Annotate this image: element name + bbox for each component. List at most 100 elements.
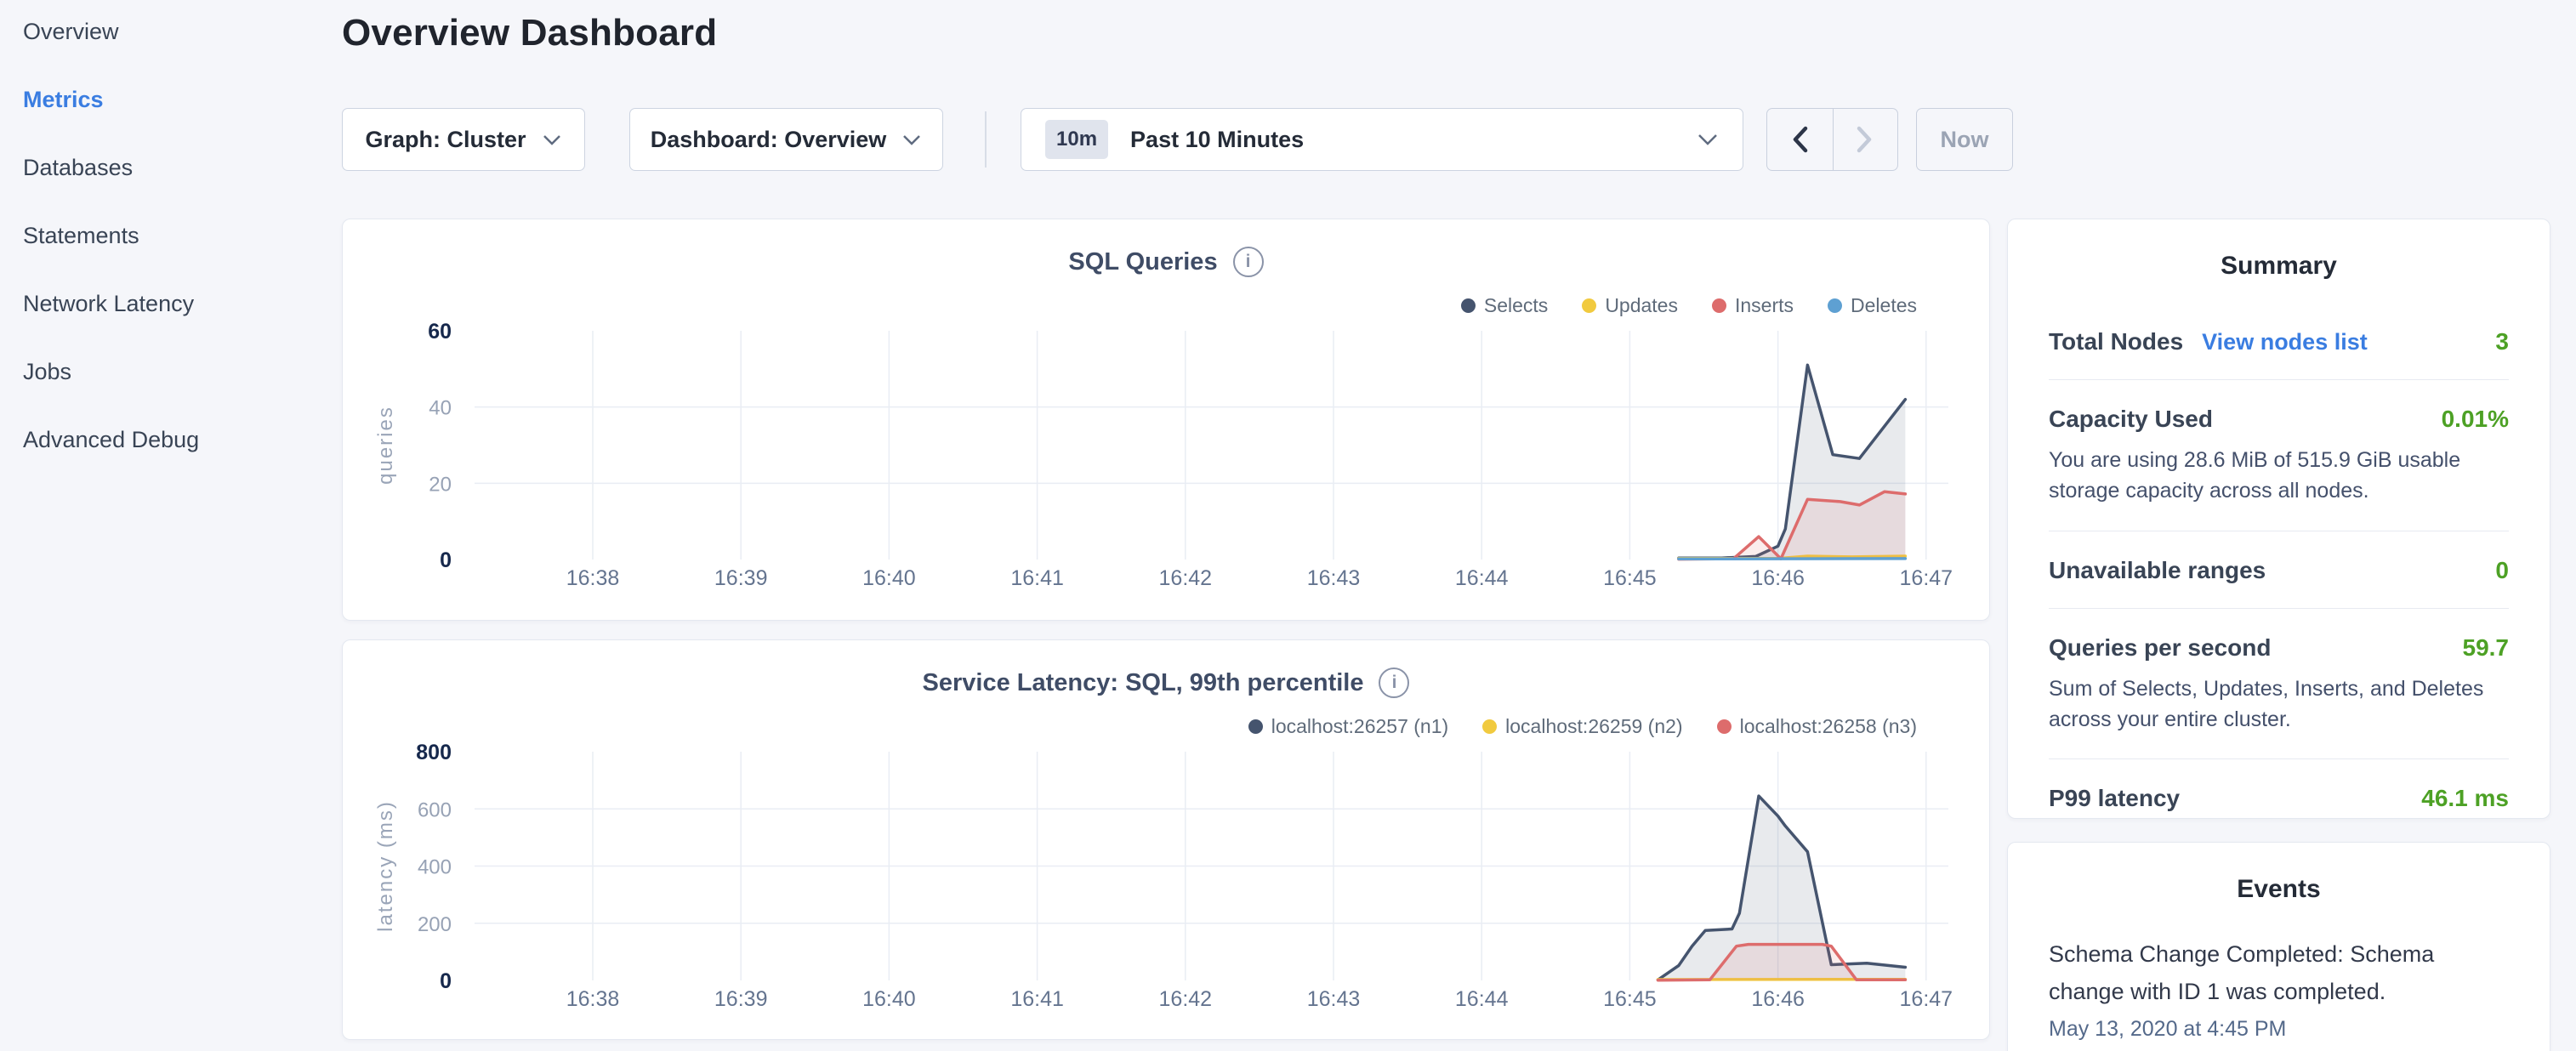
svg-text:16:40: 16:40 (862, 566, 916, 590)
metrics-page: { "sidebar": { "items": [ { "label": "Ov… (0, 0, 2576, 1051)
summary-row-queries-per-second: Queries per second 59.7 Sum of Selects, … (2049, 609, 2509, 760)
summary-row-value: 59.7 (2463, 634, 2510, 662)
chevron-left-icon (1790, 125, 1809, 154)
sidebar: Overview Metrics Databases Statements Ne… (23, 20, 329, 497)
svg-text:0: 0 (440, 548, 452, 572)
series-color-dot (1482, 719, 1497, 734)
time-window-badge: 10m (1045, 120, 1108, 159)
time-window-label: Past 10 Minutes (1130, 127, 1697, 153)
summary-row-label: Total Nodes (2049, 328, 2183, 355)
svg-text:16:43: 16:43 (1307, 566, 1361, 590)
now-button[interactable]: Now (1916, 108, 2013, 171)
series-color-dot (1828, 298, 1842, 313)
summary-row-description: Sum of Selects, Updates, Inserts, and De… (2049, 673, 2509, 736)
info-icon[interactable]: i (1233, 247, 1264, 277)
summary-row-label: Unavailable ranges (2049, 557, 2266, 584)
svg-text:400: 400 (418, 856, 452, 879)
controls-divider (985, 111, 987, 168)
sidebar-item-databases[interactable]: Databases (23, 156, 329, 179)
sidebar-item-network-latency[interactable]: Network Latency (23, 293, 329, 315)
time-step-buttons (1766, 108, 1898, 171)
dashboard-select-dropdown[interactable]: Dashboard: Overview (629, 108, 943, 171)
summary-panel: Summary Total Nodes View nodes list 3 Ca… (2007, 219, 2550, 819)
view-nodes-list-link[interactable]: View nodes list (2202, 329, 2368, 355)
chart-title: Service Latency: SQL, 99th percentile (923, 669, 1364, 697)
svg-text:16:41: 16:41 (1010, 566, 1064, 590)
svg-text:16:47: 16:47 (1900, 987, 1953, 1011)
chevron-down-icon (1697, 133, 1719, 146)
svg-text:16:39: 16:39 (714, 987, 768, 1011)
summary-row-capacity-used: Capacity Used 0.01% You are using 28.6 M… (2049, 380, 2509, 531)
svg-text:16:45: 16:45 (1603, 566, 1657, 590)
series-color-dot (1248, 719, 1263, 734)
legend-item: Deletes (1828, 294, 1917, 317)
chevron-right-icon (1856, 125, 1874, 154)
legend-item: Updates (1582, 294, 1678, 317)
sql-queries-chart-card: SQL Queries i Selects Updates Inserts De… (342, 219, 1990, 621)
svg-text:16:42: 16:42 (1159, 987, 1213, 1011)
chart-title: SQL Queries (1068, 248, 1217, 276)
series-color-dot (1712, 298, 1726, 313)
svg-text:40: 40 (429, 397, 452, 420)
service-latency-plot[interactable]: 16:38 16:39 16:40 16:41 16:42 16:43 16:44 16:45… (343, 742, 1991, 1042)
page-title: Overview Dashboard (342, 12, 1990, 54)
svg-text:16:46: 16:46 (1751, 566, 1805, 590)
legend-item: localhost:26257 (n1) (1248, 715, 1448, 738)
svg-text:queries: queries (374, 406, 397, 485)
dashboard-select-label: Dashboard: Overview (651, 127, 887, 153)
svg-text:16:44: 16:44 (1455, 566, 1509, 590)
summary-row-value: 3 (2495, 328, 2509, 355)
svg-text:20: 20 (429, 473, 452, 496)
chevron-down-icon (901, 134, 922, 146)
sql-queries-plot[interactable]: 16:3816:3916:4016:4116:4216:4316:4416:45… (343, 321, 1991, 622)
events-title: Events (2049, 843, 2509, 904)
sidebar-item-overview[interactable]: Overview (23, 20, 329, 43)
svg-text:16:38: 16:38 (566, 987, 620, 1011)
events-panel: Events Schema Change Completed: Schema c… (2007, 842, 2550, 1051)
summary-row-value: 0 (2495, 557, 2509, 584)
svg-text:600: 600 (418, 798, 452, 821)
legend-item: localhost:26259 (n2) (1482, 715, 1682, 738)
svg-text:200: 200 (418, 913, 452, 936)
summary-row-description: You are using 28.6 MiB of 515.9 GiB usab… (2049, 445, 2509, 507)
svg-text:16:47: 16:47 (1900, 566, 1953, 590)
svg-text:16:38: 16:38 (566, 566, 620, 590)
series-color-dot (1582, 298, 1596, 313)
svg-text:latency (ms): latency (ms) (374, 800, 397, 932)
event-item-text[interactable]: Schema Change Completed: Schema change w… (2049, 936, 2509, 1010)
summary-row-unavailable-ranges: Unavailable ranges 0 (2049, 531, 2509, 609)
graph-select-dropdown[interactable]: Graph: Cluster (342, 108, 585, 171)
svg-text:60: 60 (428, 321, 452, 344)
time-step-forward-button[interactable] (1833, 109, 1898, 170)
svg-text:16:43: 16:43 (1307, 987, 1361, 1011)
main-content: Overview Dashboard Graph: Cluster Dashbo… (342, 0, 1990, 54)
svg-text:800: 800 (416, 742, 452, 764)
series-color-dot (1717, 719, 1732, 734)
svg-text:16:45: 16:45 (1603, 987, 1657, 1011)
time-step-back-button[interactable] (1767, 109, 1833, 170)
time-window-dropdown[interactable]: 10m Past 10 Minutes (1021, 108, 1743, 171)
event-item-timestamp: May 13, 2020 at 4:45 PM (2049, 1017, 2509, 1042)
chart-legend: Selects Updates Inserts Deletes (1461, 294, 1917, 317)
summary-row-label: P99 latency (2049, 785, 2180, 812)
summary-title: Summary (2049, 219, 2509, 281)
svg-text:0: 0 (440, 969, 452, 993)
sidebar-item-jobs[interactable]: Jobs (23, 361, 329, 383)
series-color-dot (1461, 298, 1476, 313)
sidebar-item-advanced-debug[interactable]: Advanced Debug (23, 429, 329, 452)
summary-row-label: Capacity Used (2049, 406, 2213, 433)
legend-item: Selects (1461, 294, 1548, 317)
svg-text:16:41: 16:41 (1010, 987, 1064, 1011)
svg-text:16:39: 16:39 (714, 566, 768, 590)
svg-text:16:44: 16:44 (1455, 987, 1509, 1011)
svg-text:16:40: 16:40 (862, 987, 916, 1011)
info-icon[interactable]: i (1379, 668, 1409, 698)
summary-row-value: 46.1 ms (2421, 785, 2509, 812)
controls-row: Graph: Cluster Dashboard: Overview 10m P… (342, 108, 1990, 171)
summary-row-p99-latency: P99 latency 46.1 ms (2049, 759, 2509, 836)
sidebar-item-statements[interactable]: Statements (23, 224, 329, 247)
summary-row-value: 0.01% (2442, 406, 2509, 433)
svg-text:16:46: 16:46 (1751, 987, 1805, 1011)
sidebar-item-metrics[interactable]: Metrics (23, 88, 329, 111)
service-latency-chart-card: Service Latency: SQL, 99th percentile i … (342, 639, 1990, 1040)
